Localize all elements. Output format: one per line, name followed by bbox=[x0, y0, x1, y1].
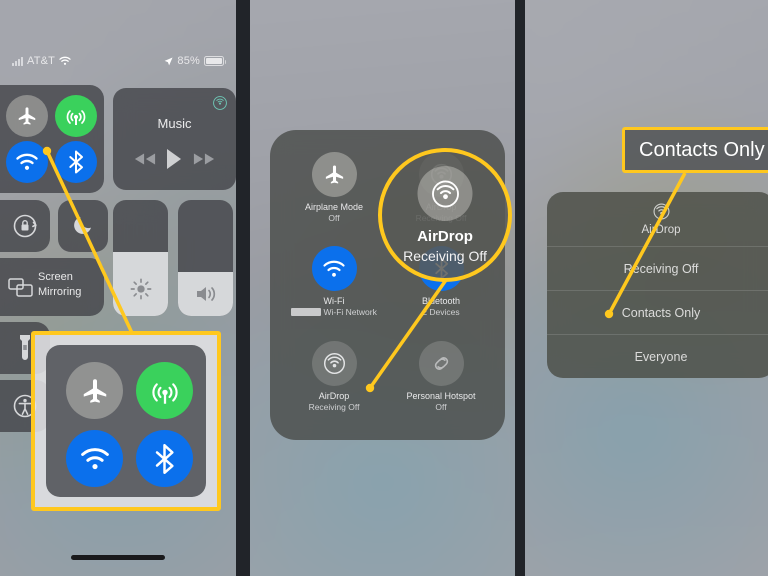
cellular-icon bbox=[151, 382, 178, 404]
screen-mirroring-label: Screen Mirroring bbox=[38, 271, 82, 298]
airdrop-options-menu: AirDrop Receiving Off Contacts Only Ever… bbox=[547, 192, 768, 378]
battery-icon bbox=[204, 56, 226, 66]
flashlight-icon bbox=[18, 334, 32, 362]
airplay-icon[interactable] bbox=[213, 96, 227, 110]
tile-title: Bluetooth bbox=[421, 296, 461, 306]
cellular-data-toggle-zoom[interactable] bbox=[136, 362, 193, 419]
cellular-icon bbox=[66, 110, 86, 125]
airdrop-icon bbox=[323, 352, 345, 375]
tile-subtitle: Receiving Off bbox=[308, 402, 360, 412]
carrier-label: AT&T bbox=[27, 55, 56, 67]
airplane-mode-toggle-zoom[interactable] bbox=[66, 362, 123, 419]
cellular-data-toggle[interactable] bbox=[55, 95, 97, 137]
menu-header: AirDrop bbox=[547, 192, 768, 246]
tile-subtitle: Wi-Fi Network bbox=[282, 307, 386, 317]
bluetooth-icon bbox=[155, 443, 174, 474]
signal-bars-icon bbox=[12, 56, 23, 66]
location-arrow-icon bbox=[164, 56, 173, 66]
screenshot-stage: AT&T 85% Music Screen Mirroring Airplane… bbox=[0, 0, 768, 576]
volume-icon bbox=[194, 284, 218, 304]
airdrop-icon bbox=[652, 202, 671, 221]
bluetooth-toggle[interactable] bbox=[55, 141, 97, 183]
screen-mirroring-tile[interactable]: Screen Mirroring bbox=[0, 258, 104, 316]
menu-option-label: Receiving Off bbox=[623, 261, 699, 276]
music-controls bbox=[113, 148, 236, 170]
contacts-only-callout: Contacts Only bbox=[622, 127, 768, 173]
panel-divider-2 bbox=[515, 0, 525, 576]
tile-title: Wi-Fi bbox=[323, 296, 345, 306]
tile-subtitle: Off bbox=[435, 402, 447, 412]
connectivity-zoom-highlight bbox=[31, 331, 221, 511]
airplane-mode-toggle[interactable] bbox=[6, 95, 48, 137]
tile-title: Personal Hotspot bbox=[406, 391, 476, 401]
status-bar: AT&T 85% bbox=[0, 52, 236, 70]
wifi-icon bbox=[16, 153, 38, 170]
wifi-icon bbox=[59, 56, 71, 66]
connectivity-module[interactable] bbox=[0, 85, 104, 193]
menu-option-receiving-off[interactable]: Receiving Off bbox=[547, 246, 768, 290]
airdrop-toggle-zoom[interactable] bbox=[417, 166, 473, 221]
moon-icon bbox=[72, 214, 94, 236]
battery-percent-label: 85% bbox=[177, 55, 200, 67]
phone-panel-3: AirDrop Receiving Off Contacts Only Ever… bbox=[525, 0, 768, 576]
callout-label: Contacts Only bbox=[639, 138, 765, 161]
phone-panel-1: AT&T 85% Music Screen Mirroring bbox=[0, 0, 236, 576]
wifi-toggle[interactable] bbox=[6, 141, 48, 183]
brightness-icon bbox=[130, 278, 152, 300]
airplane-icon bbox=[325, 165, 343, 184]
rotation-lock-icon bbox=[11, 212, 39, 240]
wifi-icon bbox=[80, 447, 109, 469]
tile-subtitle: Off bbox=[328, 213, 340, 223]
menu-option-contacts-only[interactable]: Contacts Only bbox=[547, 290, 768, 334]
screen-mirroring-icon bbox=[8, 276, 34, 298]
music-module[interactable]: Music bbox=[113, 88, 236, 190]
tile-personal-hotspot[interactable]: Personal Hotspot Off bbox=[389, 341, 493, 412]
hotspot-icon bbox=[434, 357, 448, 370]
airdrop-magnifier: AirDrop Receiving Off bbox=[378, 148, 512, 282]
menu-option-everyone[interactable]: Everyone bbox=[547, 334, 768, 378]
rewind-icon[interactable] bbox=[134, 152, 156, 166]
phone-panel-2: Airplane Mode Off AirDrop Receiving Off bbox=[250, 0, 515, 576]
menu-option-label: Everyone bbox=[634, 349, 688, 364]
bluetooth-icon bbox=[69, 150, 83, 174]
wifi-toggle-zoom[interactable] bbox=[66, 430, 123, 487]
bluetooth-toggle-zoom[interactable] bbox=[136, 430, 193, 487]
orientation-lock-toggle[interactable] bbox=[0, 200, 50, 252]
volume-slider[interactable] bbox=[178, 200, 233, 316]
tile-airplane-mode[interactable]: Airplane Mode Off bbox=[282, 152, 386, 223]
tile-subtitle: 2 Devices bbox=[422, 307, 460, 317]
panel-divider-1 bbox=[236, 0, 250, 576]
magnifier-title: AirDrop bbox=[417, 228, 473, 245]
airplane-icon bbox=[18, 107, 36, 125]
play-icon[interactable] bbox=[165, 148, 183, 170]
redacted-network-name bbox=[291, 308, 322, 316]
tile-title: Airplane Mode bbox=[304, 202, 364, 212]
airdrop-icon bbox=[431, 180, 459, 207]
menu-header-label: AirDrop bbox=[641, 224, 681, 236]
do-not-disturb-toggle[interactable] bbox=[58, 200, 108, 252]
tile-wifi[interactable]: Wi-Fi Wi-Fi Network bbox=[282, 246, 386, 317]
airplane-icon bbox=[83, 378, 106, 403]
tile-title: AirDrop bbox=[318, 391, 350, 401]
menu-option-label: Contacts Only bbox=[621, 305, 701, 320]
brightness-slider[interactable] bbox=[113, 200, 168, 316]
magnifier-subtitle: Receiving Off bbox=[403, 248, 487, 264]
wifi-icon bbox=[323, 260, 345, 277]
music-title: Music bbox=[157, 116, 192, 131]
home-indicator bbox=[71, 555, 165, 560]
tile-airdrop[interactable]: AirDrop Receiving Off bbox=[282, 341, 386, 412]
fast-forward-icon[interactable] bbox=[193, 152, 215, 166]
connectivity-module-zoomed[interactable] bbox=[46, 345, 206, 497]
